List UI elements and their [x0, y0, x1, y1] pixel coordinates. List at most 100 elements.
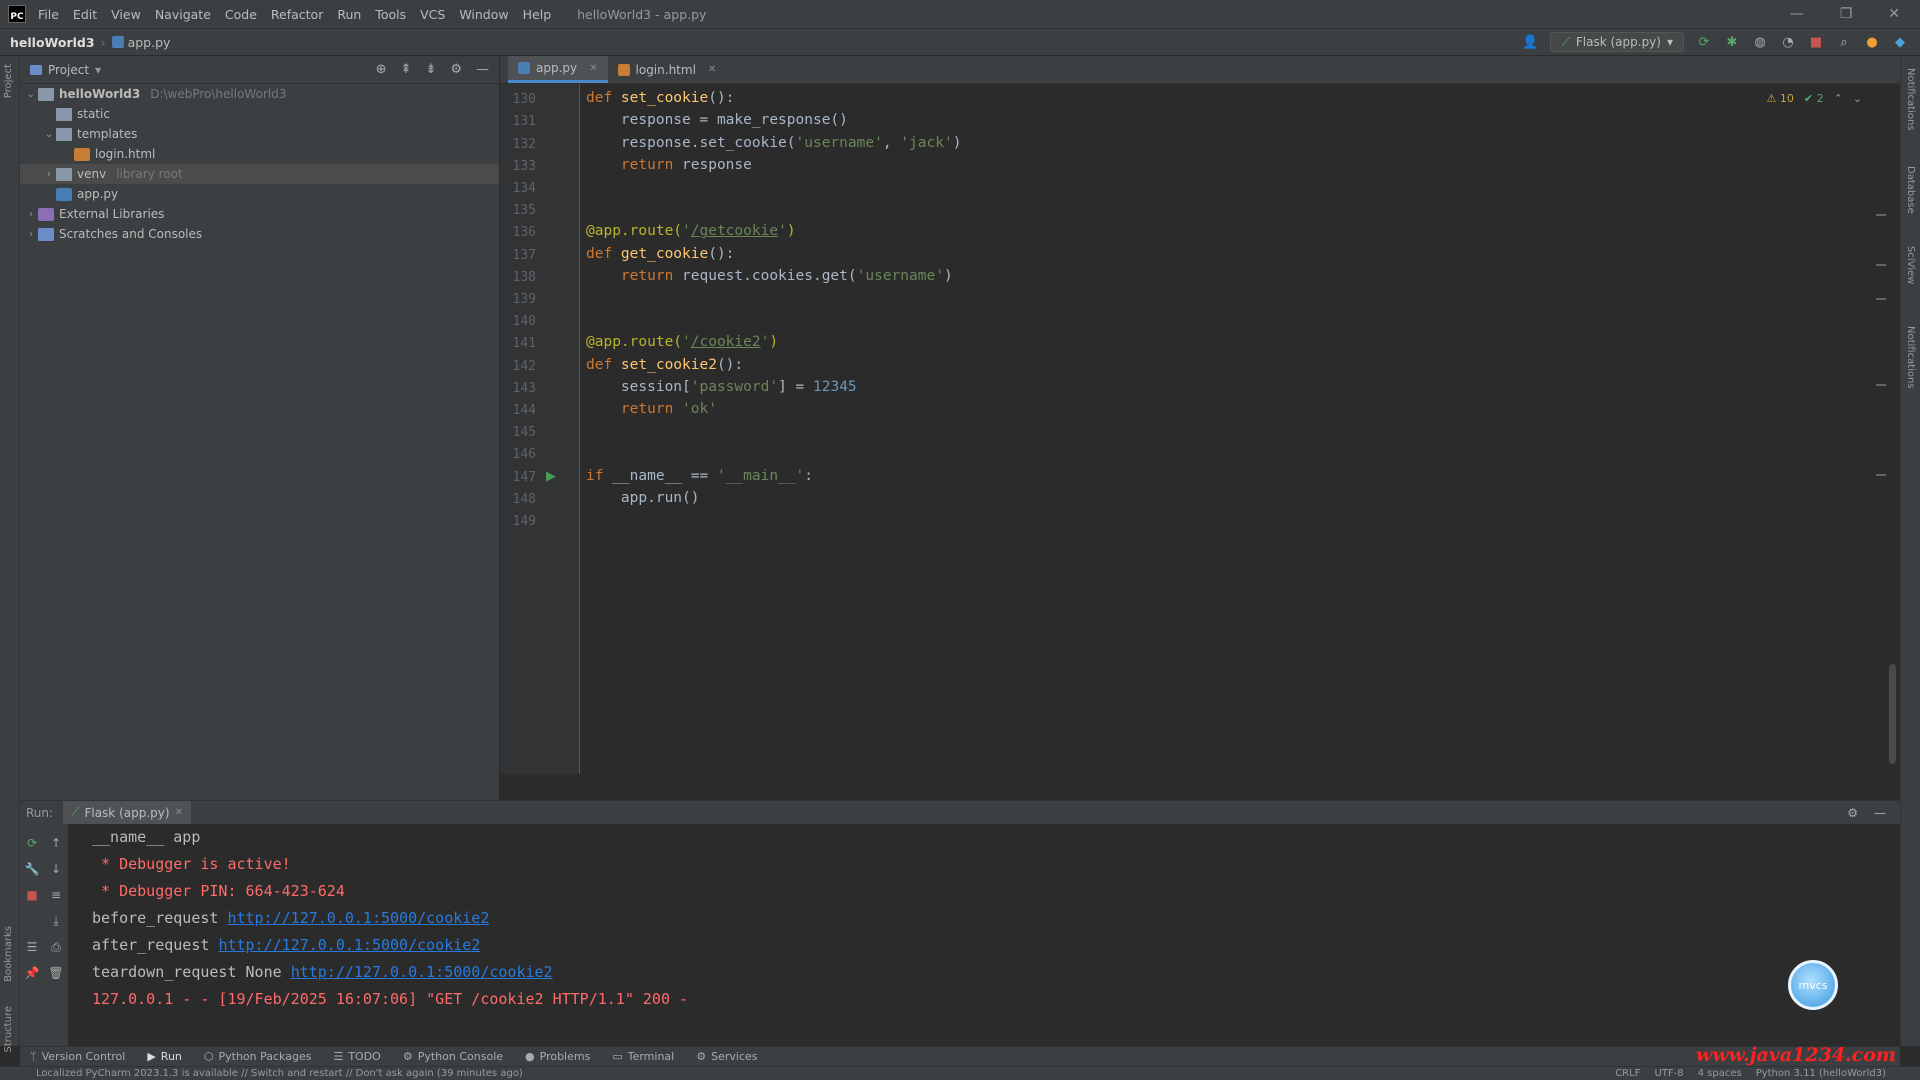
chevron-up-icon[interactable]: ⌃ — [1834, 92, 1843, 105]
search-icon[interactable]: ⌕ — [1836, 34, 1852, 50]
tool-window-terminal[interactable]: ▭ Terminal — [612, 1050, 674, 1063]
tool-window-services[interactable]: ⚙ Services — [696, 1050, 757, 1063]
code-line[interactable]: def set_cookie2(): — [586, 357, 743, 373]
menu-window[interactable]: Window — [459, 7, 508, 22]
menu-code[interactable]: Code — [225, 7, 257, 22]
chevron-down-icon[interactable]: ⌄ — [1853, 92, 1862, 105]
chevron-right-icon[interactable]: › — [24, 229, 38, 240]
inspection-widget[interactable]: ⚠ 10 ✔ 2 ⌃ ⌄ — [1766, 92, 1862, 105]
tree-item[interactable]: app.py — [20, 184, 499, 204]
code-line[interactable]: return response — [586, 157, 752, 173]
tool-window-python-packages[interactable]: ⬡ Python Packages — [204, 1050, 312, 1063]
menu-refactor[interactable]: Refactor — [271, 7, 323, 22]
code-line[interactable]: if __name__ == '__main__': — [586, 468, 813, 484]
status-widget[interactable]: UTF-8 — [1654, 1068, 1683, 1079]
menu-tools[interactable]: Tools — [375, 7, 406, 22]
stop-icon[interactable]: ■ — [1808, 34, 1824, 50]
menu-view[interactable]: View — [111, 7, 141, 22]
code-line[interactable]: @app.route('/cookie2') — [586, 334, 778, 350]
menu-vcs[interactable]: VCS — [420, 7, 445, 22]
tree-item[interactable]: › Scratches and Consoles — [20, 224, 499, 244]
editor-scrollbar[interactable] — [1889, 664, 1896, 764]
close-icon[interactable]: ✕ — [1888, 6, 1900, 22]
rerun-icon[interactable]: ⟳ — [1696, 34, 1712, 50]
chevron-down-icon[interactable]: ⌄ — [24, 89, 38, 100]
gear-icon[interactable]: ⚙ — [1847, 806, 1858, 820]
database-tool-button[interactable]: Database — [1905, 166, 1916, 214]
run-gutter-icon[interactable]: ▶ — [546, 469, 556, 484]
code-line[interactable]: response = make_response() — [586, 112, 848, 128]
notifications-2-tool-button[interactable]: Notifications — [1905, 326, 1916, 389]
rerun-icon[interactable]: ⟳ — [20, 830, 44, 856]
sciview-tool-button[interactable]: SciView — [1905, 246, 1916, 284]
coverage-icon[interactable]: ◍ — [1752, 34, 1768, 50]
soft-wrap-icon[interactable]: ≡ — [44, 882, 68, 908]
bookmarks-tool-button[interactable]: Bookmarks — [3, 926, 14, 982]
console-link[interactable]: http://127.0.0.1:5000/cookie2 — [291, 963, 553, 981]
tree-item[interactable]: static — [20, 104, 499, 124]
status-message[interactable]: Localized PyCharm 2023.1.3 is available … — [36, 1068, 523, 1079]
code-line[interactable]: def set_cookie(): — [586, 90, 734, 106]
layout-2-icon[interactable]: ☰ — [20, 934, 44, 960]
scroll-to-end-icon[interactable]: ⤓ — [44, 908, 68, 934]
wrench-icon[interactable]: 🔧 — [20, 856, 44, 882]
status-widget[interactable]: Python 3.11 (helloWorld3) — [1756, 1068, 1886, 1079]
trash-icon[interactable]: 🗑 — [44, 960, 68, 986]
collapse-all-icon[interactable]: ⇞ — [401, 62, 412, 77]
run-tab[interactable]: ⟋ Flask (app.py) ✕ — [63, 800, 191, 825]
run-configuration-select[interactable]: ⟋ Flask (app.py) ▾ — [1550, 32, 1684, 52]
chevron-right-icon[interactable]: › — [24, 209, 38, 220]
editor-tab[interactable]: login.html ✕ — [608, 56, 727, 83]
editor-tab[interactable]: app.py ✕ — [508, 56, 608, 83]
tool-window-todo[interactable]: ☰ TODO — [333, 1050, 380, 1063]
console-link[interactable]: http://127.0.0.1:5000/cookie2 — [218, 936, 480, 954]
hide-icon[interactable]: — — [476, 62, 489, 77]
menu-file[interactable]: File — [38, 7, 59, 22]
gear-icon[interactable]: ⚙ — [450, 62, 462, 77]
editor-gutter[interactable]: 130 131 132 133 134 135 136 137 138 139 140 141 142 1… — [500, 84, 580, 774]
pin-icon[interactable]: 📌 — [20, 960, 44, 986]
locate-icon[interactable]: ⊕ — [376, 62, 387, 77]
jetbrains-icon[interactable]: ◆ — [1892, 34, 1908, 50]
tool-window-problems[interactable]: ● Problems — [525, 1050, 590, 1063]
menu-help[interactable]: Help — [523, 7, 552, 22]
hide-icon[interactable]: — — [1874, 806, 1886, 820]
project-view-selector[interactable]: Project ▾ — [30, 63, 101, 77]
code-line[interactable]: def get_cookie(): — [586, 246, 734, 262]
tree-item[interactable]: ⌄ helloWorld3 D:\webPro\helloWorld3 — [20, 84, 499, 104]
notifications-tool-button[interactable]: Notifications — [1905, 68, 1916, 131]
floating-avatar[interactable]: mvcs — [1788, 960, 1838, 1010]
close-icon[interactable]: ✕ — [175, 807, 183, 818]
tool-window-run[interactable]: ▶ Run — [147, 1050, 182, 1063]
breadcrumb-project[interactable]: helloWorld3 — [10, 35, 95, 50]
profile-icon[interactable]: ◔ — [1780, 34, 1796, 50]
tree-item[interactable]: login.html — [20, 144, 499, 164]
code-line[interactable]: app.run() — [586, 490, 700, 506]
menu-edit[interactable]: Edit — [73, 7, 97, 22]
chevron-right-icon[interactable]: › — [42, 169, 56, 180]
code-line[interactable]: session['password'] = 12345 — [586, 379, 857, 395]
update-icon[interactable]: ● — [1864, 34, 1880, 50]
tree-item[interactable]: › venv library root — [20, 164, 499, 184]
user-icon[interactable]: 👤 — [1522, 34, 1538, 50]
tree-item[interactable]: › External Libraries — [20, 204, 499, 224]
structure-tool-button[interactable]: Structure — [3, 1006, 14, 1053]
code-line[interactable]: return request.cookies.get('username') — [586, 268, 953, 284]
arrow-up-icon[interactable]: ↑ — [44, 830, 68, 856]
tree-item[interactable]: ⌄ templates — [20, 124, 499, 144]
menu-run[interactable]: Run — [337, 7, 361, 22]
minimize-icon[interactable]: — — [1790, 6, 1804, 22]
close-icon[interactable]: ✕ — [589, 63, 597, 74]
code-line[interactable]: return 'ok' — [586, 401, 717, 417]
print-icon[interactable]: ⎙ — [44, 934, 68, 960]
stop-icon[interactable]: ■ — [20, 882, 44, 908]
tool-window-python-console[interactable]: ⚙ Python Console — [403, 1050, 503, 1063]
code-line[interactable]: @app.route('/getcookie') — [586, 223, 796, 239]
code-line[interactable]: response.set_cookie('username', 'jack') — [586, 135, 962, 151]
layout-icon[interactable] — [20, 908, 44, 934]
weak-warning-count[interactable]: ✔ 2 — [1804, 92, 1824, 105]
console-link[interactable]: http://127.0.0.1:5000/cookie2 — [227, 909, 489, 927]
restore-icon[interactable]: ❐ — [1840, 6, 1853, 22]
arrow-down-icon[interactable]: ↓ — [44, 856, 68, 882]
debug-icon[interactable]: ✱ — [1724, 34, 1740, 50]
